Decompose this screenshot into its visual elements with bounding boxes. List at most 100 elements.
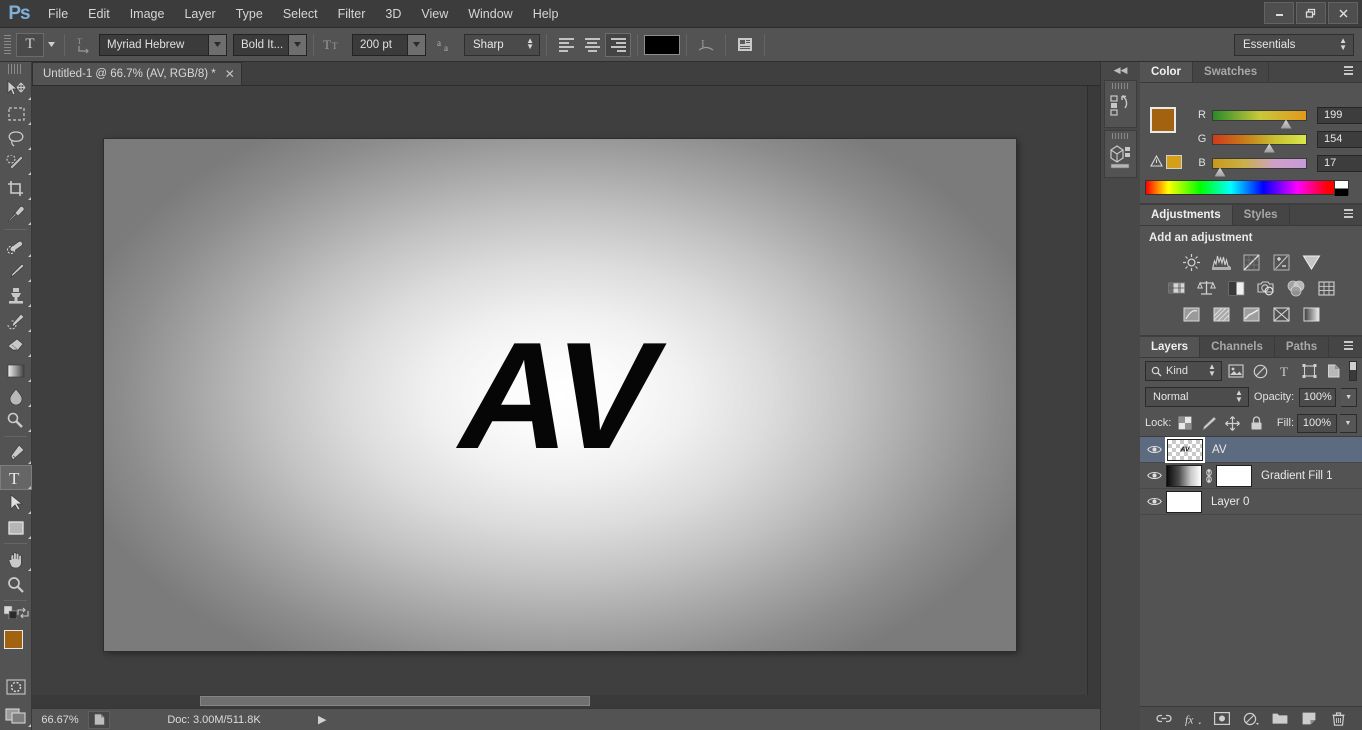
invert-icon[interactable] [1179, 303, 1203, 325]
menu-window[interactable]: Window [458, 0, 522, 28]
g-value[interactable]: 154 [1317, 131, 1362, 148]
vibrance-icon[interactable] [1299, 251, 1323, 273]
layer-thumbnail[interactable] [1167, 439, 1203, 461]
r-slider-knob[interactable] [1281, 120, 1292, 129]
pen-tool[interactable] [0, 440, 32, 465]
close-icon[interactable]: ✕ [225, 67, 235, 81]
layer-visibility-toggle[interactable] [1142, 444, 1166, 455]
menu-3d[interactable]: 3D [375, 0, 411, 28]
tool-expand-triangle[interactable] [28, 568, 31, 571]
minimize-button[interactable] [1264, 2, 1294, 24]
new-adjustment-layer-icon[interactable] [1243, 710, 1260, 728]
levels-icon[interactable] [1209, 251, 1233, 273]
photo-filter-icon[interactable] [1254, 277, 1278, 299]
layer-row-layer-0[interactable]: Layer 0 [1140, 489, 1362, 515]
menu-filter[interactable]: Filter [328, 0, 376, 28]
stepper-icon[interactable]: ▲▼ [1208, 364, 1216, 378]
canvas-area[interactable]: AV [32, 86, 1100, 708]
add-layer-mask-icon[interactable] [1214, 710, 1231, 728]
brightness-contrast-icon[interactable] [1179, 251, 1203, 273]
warp-text-button[interactable]: I [693, 33, 719, 57]
exposure-icon[interactable] [1269, 251, 1293, 273]
marquee-tool[interactable] [0, 101, 32, 126]
dodge-tool[interactable] [0, 408, 32, 433]
zoom-level[interactable]: 66.67% [32, 714, 88, 726]
black-white-swatch[interactable] [1334, 181, 1348, 196]
channel-mixer-icon[interactable] [1284, 277, 1308, 299]
tool-expand-triangle[interactable] [28, 354, 31, 357]
crop-tool[interactable] [0, 176, 32, 201]
filter-type-icon[interactable]: T [1275, 361, 1296, 381]
tool-preset-chevron-down-icon[interactable] [44, 33, 58, 57]
tool-expand-triangle[interactable] [28, 461, 31, 464]
posterize-icon[interactable] [1209, 303, 1233, 325]
text-orientation-icon[interactable]: T [71, 33, 97, 57]
tool-expand-triangle[interactable] [28, 379, 31, 382]
layer-thumbnail[interactable] [1166, 465, 1202, 487]
healing-brush-tool[interactable] [0, 233, 32, 258]
b-slider-knob[interactable] [1215, 168, 1226, 177]
gradient-map-icon[interactable] [1299, 303, 1323, 325]
filter-smart-object-icon[interactable] [1324, 361, 1345, 381]
tool-expand-triangle[interactable] [28, 511, 31, 514]
current-tool-icon[interactable]: T [16, 33, 44, 57]
tool-expand-triangle[interactable] [28, 279, 31, 282]
tab-styles[interactable]: Styles [1233, 205, 1290, 225]
layer-row-av[interactable]: AV [1140, 437, 1362, 463]
new-group-icon[interactable] [1272, 710, 1289, 728]
b-value[interactable]: 17 [1317, 155, 1362, 172]
chevron-down-icon[interactable] [208, 35, 226, 55]
menu-type[interactable]: Type [226, 0, 273, 28]
layer-filter-kind-select[interactable]: Kind ▲▼ [1145, 361, 1222, 381]
move-tool[interactable] [0, 76, 32, 101]
tool-expand-triangle[interactable] [28, 329, 31, 332]
selective-color-icon[interactable] [1269, 303, 1293, 325]
rectangle-tool[interactable] [0, 515, 32, 540]
text-color-swatch[interactable] [644, 35, 680, 55]
color-balance-icon[interactable] [1194, 277, 1218, 299]
gamut-warning-icon[interactable] [1150, 155, 1163, 170]
align-right-button[interactable] [605, 33, 631, 57]
tool-expand-triangle[interactable] [28, 724, 31, 727]
opacity-value[interactable]: 100% [1299, 388, 1336, 407]
tool-expand-triangle[interactable] [28, 536, 31, 539]
menu-file[interactable]: File [38, 0, 78, 28]
character-paragraph-panels-button[interactable] [732, 33, 758, 57]
eyedropper-tool[interactable] [0, 201, 32, 226]
tab-channels[interactable]: Channels [1200, 337, 1275, 357]
swap-colors-icon[interactable] [17, 607, 29, 622]
hand-tool[interactable] [0, 547, 32, 572]
menu-edit[interactable]: Edit [78, 0, 120, 28]
history-brush-tool[interactable] [0, 308, 32, 333]
screen-mode-button[interactable] [0, 703, 32, 728]
lock-position-icon[interactable] [1222, 413, 1243, 433]
tab-swatches[interactable]: Swatches [1193, 62, 1269, 82]
blur-tool[interactable] [0, 383, 32, 408]
menu-image[interactable]: Image [120, 0, 175, 28]
layer-filter-toggle[interactable] [1349, 361, 1358, 381]
panel-grip[interactable] [1112, 83, 1130, 89]
chevron-down-icon[interactable] [407, 35, 425, 55]
stepper-icon[interactable]: ▲▼ [526, 38, 534, 52]
panel-menu-icon[interactable] [1344, 66, 1357, 78]
tab-adjustments[interactable]: Adjustments [1140, 205, 1233, 225]
stepper-icon[interactable]: ▲▼ [1339, 38, 1347, 52]
fill-chevron-down-icon[interactable]: ▼ [1340, 414, 1357, 433]
menu-select[interactable]: Select [273, 0, 328, 28]
filter-pixel-icon[interactable] [1226, 361, 1247, 381]
foreground-color-swatch[interactable] [1150, 107, 1176, 133]
tool-expand-triangle[interactable] [28, 97, 31, 100]
black-white-icon[interactable] [1224, 277, 1248, 299]
opacity-chevron-down-icon[interactable]: ▼ [1341, 388, 1357, 407]
tab-layers[interactable]: Layers [1140, 337, 1200, 357]
options-bar-grip[interactable] [4, 35, 11, 55]
layer-thumbnail[interactable] [1166, 491, 1202, 513]
panel-menu-icon[interactable] [1344, 341, 1357, 353]
lock-image-icon[interactable] [1198, 413, 1219, 433]
panel-grip[interactable] [1112, 133, 1130, 139]
delete-layer-icon[interactable] [1330, 710, 1347, 728]
tool-expand-triangle[interactable] [28, 147, 31, 150]
scrollbar-thumb[interactable] [200, 696, 590, 706]
restore-button[interactable] [1296, 2, 1326, 24]
tool-expand-triangle[interactable] [28, 404, 31, 407]
